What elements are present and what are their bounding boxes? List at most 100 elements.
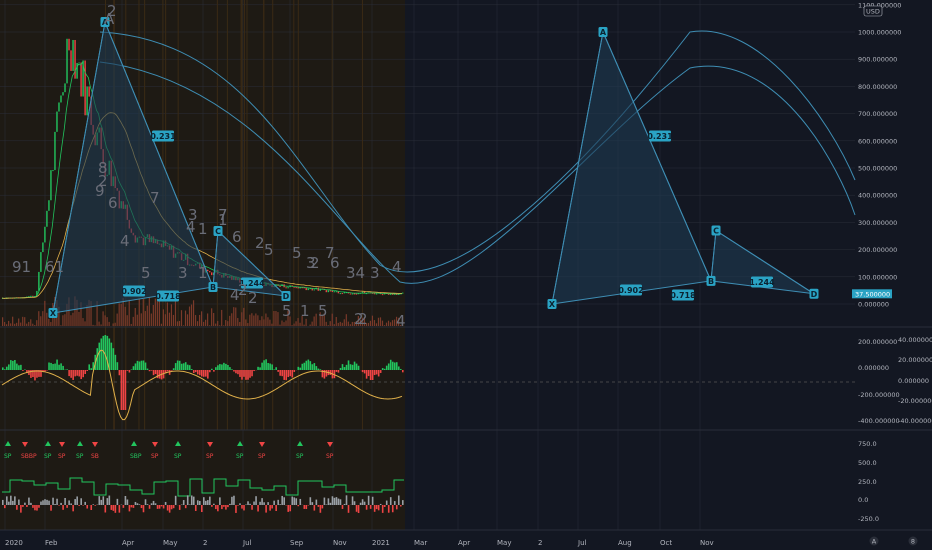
volume-bar	[249, 314, 251, 326]
signal-hist-bar	[351, 496, 354, 505]
signal-hist-bar	[130, 505, 133, 508]
currency-badge[interactable]: USD	[863, 5, 883, 17]
signal-hist-bar	[251, 505, 253, 510]
osc-right-tick: 40.000000	[898, 336, 932, 344]
osc-bar	[68, 370, 70, 377]
osc-bar	[229, 367, 231, 370]
volume-bar	[381, 320, 384, 326]
volume-bar	[34, 325, 36, 326]
signal-hist-bar	[112, 505, 115, 511]
signal-hist-bar	[281, 495, 283, 505]
price-candle	[335, 291, 338, 293]
signal-hist-bar	[44, 499, 46, 505]
wave-count-label: 6	[108, 194, 118, 212]
osc-bar	[128, 370, 131, 373]
signal-hist-bar	[271, 505, 273, 509]
volume-bar	[247, 323, 249, 326]
price-candle	[349, 293, 352, 295]
last-price-label: 37.500000	[855, 290, 890, 298]
volume-bar	[349, 324, 351, 326]
trading-chart[interactable]: XABCD0.2310.9020.7181.244 XABCD0.2310.90…	[0, 0, 932, 550]
signal-hist-bar	[56, 498, 58, 505]
price-tick-label: 400.000000	[858, 192, 897, 200]
signal-hist-bar	[243, 505, 245, 511]
osc-bar	[203, 370, 205, 377]
osc-bar	[198, 370, 201, 376]
osc-bar	[66, 369, 68, 370]
signal-hist-bar	[30, 502, 32, 505]
signal-hist-bar	[249, 503, 251, 505]
signal-hist-bar	[86, 505, 89, 509]
pattern-ratio-label: 0.718	[670, 291, 696, 300]
volume-bar	[341, 322, 343, 326]
volume-bar	[265, 313, 267, 326]
osc-bar	[381, 368, 384, 370]
signal-hist-bar	[287, 505, 290, 512]
osc-bar	[301, 363, 304, 370]
volume-bar	[309, 324, 311, 326]
signal-hist-bar	[154, 503, 157, 505]
pattern-ratio-label: 0.902	[618, 286, 643, 295]
osc-bar	[114, 354, 117, 370]
signal-hist-bar	[126, 499, 129, 505]
signal-hist-bar	[283, 497, 285, 505]
volume-bar	[371, 315, 374, 326]
osc-bar	[245, 370, 247, 380]
signal-hist-bar	[48, 500, 50, 505]
osc-bar	[4, 369, 6, 370]
volume-bar	[299, 322, 301, 326]
osc-bar	[48, 362, 50, 370]
price-candle	[325, 290, 328, 293]
price-candle	[329, 290, 332, 292]
osc-bar	[383, 368, 386, 370]
osc-bar	[176, 360, 179, 370]
osc-bar	[379, 370, 382, 373]
pattern-point-label: D	[283, 292, 290, 301]
price-candle	[68, 38, 70, 51]
wave-count-label: 3	[178, 264, 188, 282]
osc-bar	[184, 362, 187, 370]
price-candle	[44, 226, 46, 243]
volume-bar	[313, 316, 315, 326]
signal-label: SP	[4, 453, 12, 460]
signal-hist-bar	[393, 501, 396, 505]
signal-hist-bar	[174, 495, 177, 505]
signal-hist-bar	[28, 497, 30, 505]
signal-hist-bar	[188, 504, 191, 505]
osc-bar	[369, 370, 372, 381]
osc-bar	[319, 369, 322, 370]
signal-hist-bar	[239, 503, 241, 505]
price-candle	[66, 38, 68, 84]
osc-bar	[44, 370, 46, 372]
price-tick-label: 500.000000	[858, 165, 897, 173]
signal-hist-bar	[339, 499, 342, 505]
volume-bar	[269, 319, 271, 326]
volume-bar	[235, 307, 237, 326]
auto-scale-button[interactable]: A	[869, 536, 879, 546]
pattern-ratio-label: 0.231	[647, 132, 673, 141]
log-scale-button[interactable]: 8	[908, 536, 918, 546]
signal-hist-bar	[136, 503, 139, 505]
wave-count-label: 7	[150, 189, 160, 207]
price-candle	[72, 39, 74, 71]
signal-label: SBP	[130, 453, 142, 460]
wave-count-label: 6	[232, 228, 242, 246]
osc-bar	[215, 367, 217, 370]
osc-bar	[397, 366, 400, 370]
signal-hist-bar	[74, 499, 76, 505]
signal-hist-bar	[50, 505, 52, 511]
log-scale-icon: 8	[911, 538, 915, 546]
osc-bar	[58, 364, 60, 370]
volume-bar	[281, 320, 283, 326]
signal-hist-bar	[385, 500, 388, 505]
osc-bar	[10, 360, 12, 370]
osc-bar	[80, 370, 82, 380]
signal-hist-bar	[269, 505, 271, 511]
volume-bar	[215, 323, 217, 326]
osc-bar	[50, 362, 52, 370]
signal-hist-bar	[337, 498, 340, 505]
osc-left-tick: -400.000000	[858, 417, 900, 425]
osc-bar	[194, 370, 197, 373]
signal-hist-bar	[72, 505, 74, 512]
osc-left-tick: 0.000000	[858, 364, 889, 372]
